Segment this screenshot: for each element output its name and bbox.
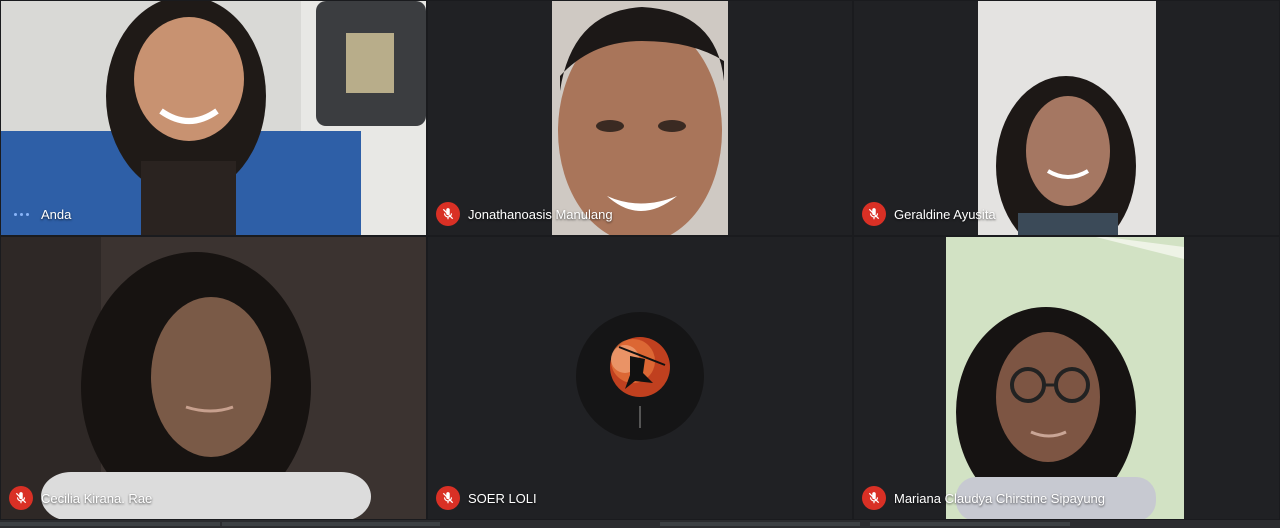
name-label: SOER LOLI [436, 486, 537, 510]
mic-off-icon [9, 486, 33, 510]
audio-activity-icon [9, 202, 33, 226]
name-label: Mariana Claudya Chirstine Sipayung [862, 486, 1105, 510]
mic-off-icon [862, 202, 886, 226]
participant-tile-geraldine[interactable]: Geraldine Ayusita [853, 0, 1280, 236]
participant-name: Cecilia Kirana. Rae [41, 490, 153, 506]
participant-name: Jonathanoasis Manulang [468, 206, 613, 222]
name-label: Jonathanoasis Manulang [436, 202, 613, 226]
participant-tile-jonathanoasis[interactable]: Jonathanoasis Manulang [427, 0, 853, 236]
name-label: Cecilia Kirana. Rae [9, 486, 152, 510]
name-label: Geraldine Ayusita [862, 202, 996, 226]
mic-off-icon [862, 486, 886, 510]
mic-off-icon [436, 202, 460, 226]
participant-name: Mariana Claudya Chirstine Sipayung [894, 490, 1106, 506]
video-feed-mariana [946, 237, 1184, 519]
mic-off-icon [436, 486, 460, 510]
video-feed-cecilia [1, 237, 426, 519]
participant-tile-cecilia[interactable]: Cecilia Kirana. Rae [0, 236, 427, 520]
meeting-grid: Anda Jonathanoasis Manulang Geraldine Ay… [0, 0, 1280, 520]
video-feed-anda [1, 1, 426, 235]
video-feed-jonathanoasis [552, 1, 728, 235]
participant-tile-anda[interactable]: Anda [0, 0, 427, 236]
bottom-control-strip [0, 520, 1280, 528]
name-label: Anda [9, 202, 71, 226]
participant-name: Geraldine Ayusita [894, 206, 996, 222]
participant-name: Anda [41, 206, 72, 222]
participant-tile-mariana[interactable]: Mariana Claudya Chirstine Sipayung [853, 236, 1280, 520]
participant-tile-soer-loli[interactable]: SOER LOLI [427, 236, 853, 520]
video-feed-geraldine [978, 1, 1156, 235]
participant-name: SOER LOLI [468, 490, 537, 506]
moon-avatar [576, 312, 704, 440]
